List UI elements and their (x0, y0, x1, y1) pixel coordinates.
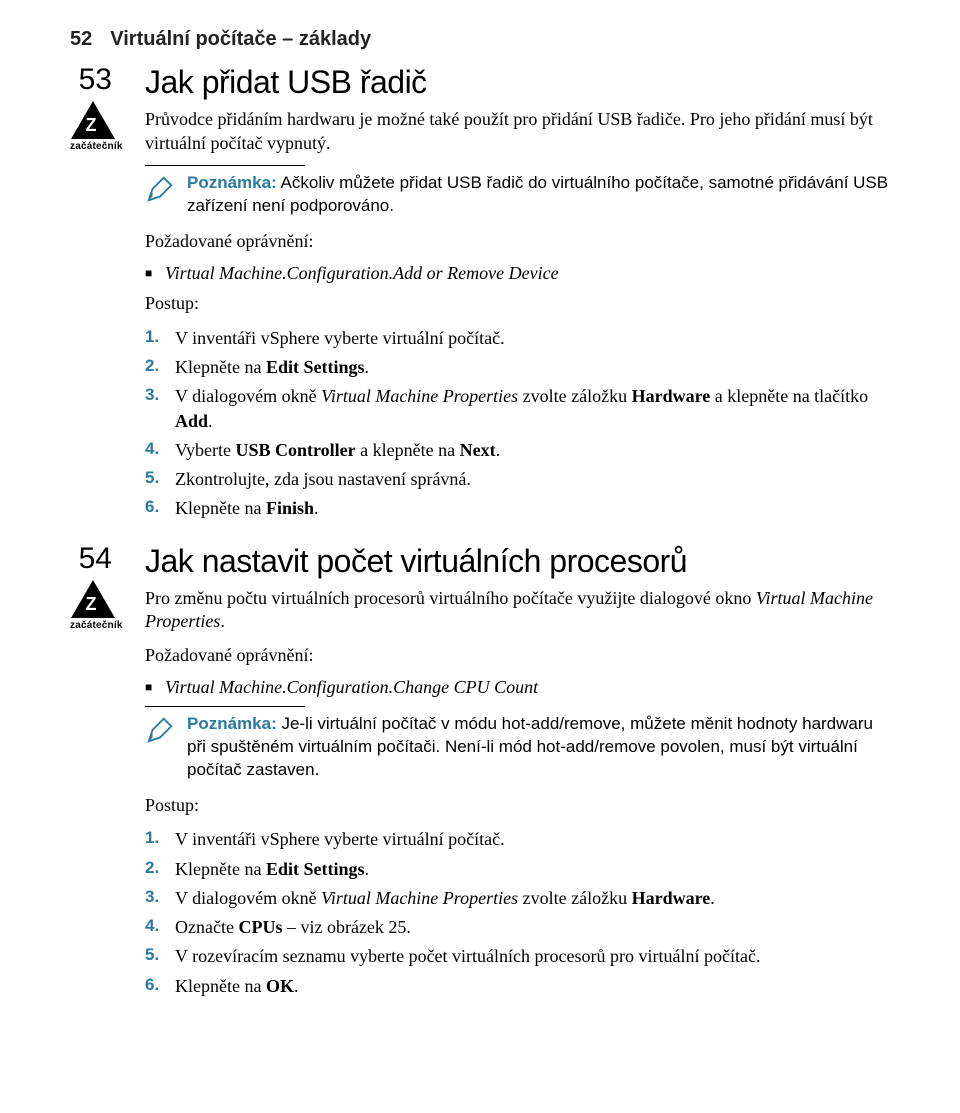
note-text: Poznámka: Ačkoliv můžete přidat USB řadi… (187, 172, 890, 218)
steps-label: Postup: (145, 794, 890, 817)
step-item: V inventáři vSphere vyberte virtuální po… (145, 827, 890, 851)
badge-label: začátečník (70, 141, 115, 152)
badge-label: začátečník (70, 620, 115, 631)
step-item: V dialogovém okně Virtual Machine Proper… (145, 384, 890, 433)
note-body: Je-li virtuální počítač v módu hot-add/r… (187, 714, 873, 779)
note-label: Poznámka: (187, 714, 277, 733)
step-item: Klepněte na Edit Settings. (145, 857, 890, 881)
permissions-label: Požadované oprávnění: (145, 230, 890, 253)
pencil-icon (145, 715, 175, 750)
intro-paragraph: Průvodce přidáním hardwaru je možné také… (145, 108, 890, 155)
step-item: Označte CPUs – viz obrázek 25. (145, 915, 890, 939)
level-badge: začátečník (70, 580, 115, 631)
divider (145, 706, 305, 707)
note-block: Poznámka: Ačkoliv můžete přidat USB řadi… (145, 172, 890, 218)
section-title: Jak přidat USB řadič (145, 65, 890, 100)
step-item: Klepněte na Edit Settings. (145, 355, 890, 379)
note-label: Poznámka: (187, 173, 277, 192)
intro-paragraph: Pro změnu počtu virtuálních procesorů vi… (145, 587, 890, 634)
permission-item: Virtual Machine.Configuration.Add or Rem… (145, 263, 890, 284)
step-item: V dialogovém okně Virtual Machine Proper… (145, 886, 890, 910)
section-53: 53 začátečník Jak přidat USB řadič Průvo… (70, 65, 890, 526)
note-block: Poznámka: Je-li virtuální počítač v módu… (145, 713, 890, 782)
note-text: Poznámka: Je-li virtuální počítač v módu… (187, 713, 890, 782)
step-item: V inventáři vSphere vyberte virtuální po… (145, 326, 890, 350)
permissions-list: Virtual Machine.Configuration.Change CPU… (145, 677, 890, 698)
divider (145, 165, 305, 166)
permissions-label: Požadované oprávnění: (145, 644, 890, 667)
level-badge: začátečník (70, 101, 115, 152)
note-body: Ačkoliv můžete přidat USB řadič do virtu… (187, 173, 888, 215)
tip-number-54: 54 (70, 544, 112, 574)
pencil-icon (145, 174, 175, 209)
steps-list: V inventáři vSphere vyberte virtuální po… (145, 827, 890, 998)
step-item: Klepněte na OK. (145, 974, 890, 998)
step-item: Zkontrolujte, zda jsou nastavení správná… (145, 467, 890, 491)
step-item: V rozevíracím seznamu vyberte počet virt… (145, 944, 890, 968)
step-item: Klepněte na Finish. (145, 496, 890, 520)
page-number: 52 (70, 28, 92, 51)
steps-label: Postup: (145, 292, 890, 315)
permission-item: Virtual Machine.Configuration.Change CPU… (145, 677, 890, 698)
tip-number-53: 53 (70, 65, 112, 95)
section-title: Jak nastavit počet virtuálních procesorů (145, 544, 890, 579)
steps-list: V inventáři vSphere vyberte virtuální po… (145, 326, 890, 521)
chapter-title: Virtuální počítače – základy (110, 28, 371, 51)
step-item: Vyberte USB Controller a klepněte na Nex… (145, 438, 890, 462)
triangle-icon (71, 101, 115, 139)
triangle-icon (71, 580, 115, 618)
permissions-list: Virtual Machine.Configuration.Add or Rem… (145, 263, 890, 284)
page-header: 52 Virtuální počítače – základy (70, 28, 890, 51)
section-54: 54 začátečník Jak nastavit počet virtuál… (70, 544, 890, 1003)
